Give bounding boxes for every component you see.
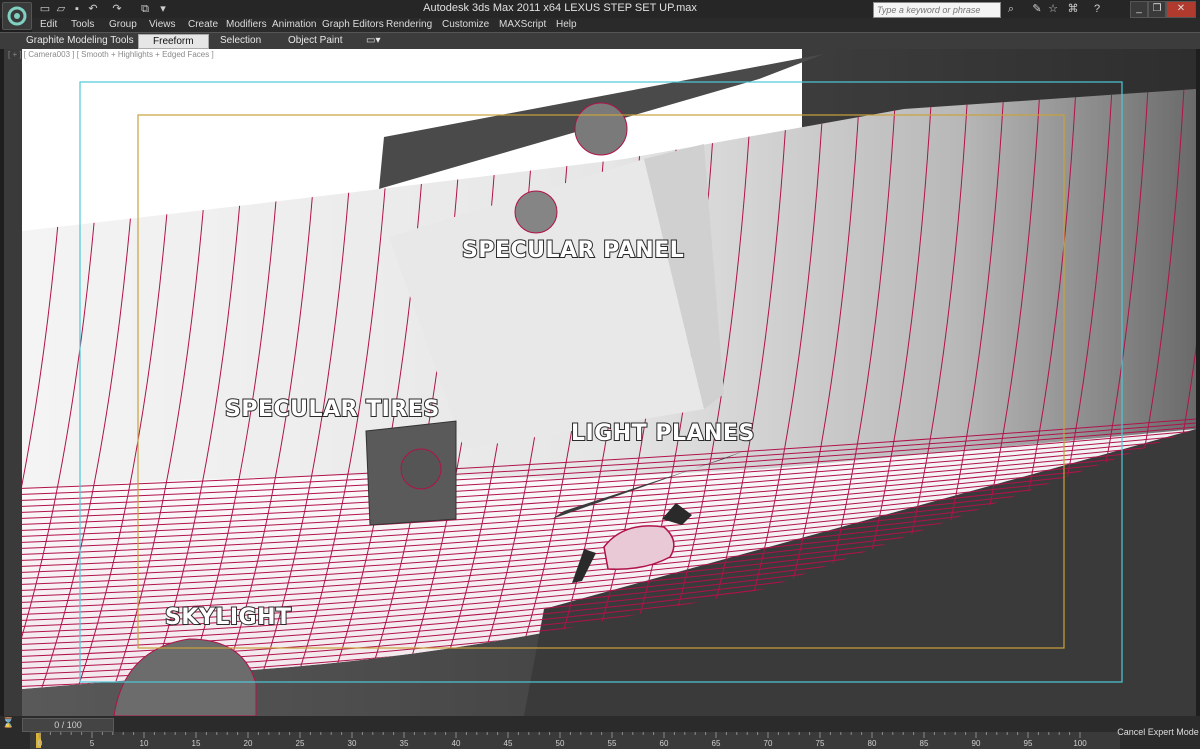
timeline-tick-label: 85 — [920, 739, 929, 748]
help-icon[interactable]: ? — [1090, 2, 1104, 16]
light-sphere-tire — [400, 448, 442, 490]
timeline-tick-label: 70 — [764, 739, 773, 748]
save-file-icon[interactable]: ▪ — [70, 2, 84, 16]
project-folder-icon[interactable]: ⧉ — [138, 2, 152, 16]
annotation-specular-tires: SPECULAR TIRES — [224, 396, 440, 423]
time-config-icon[interactable]: ⌛ — [2, 718, 16, 730]
menu-help[interactable]: Help — [556, 19, 577, 30]
tab-selection[interactable]: Selection — [220, 35, 261, 46]
open-file-icon[interactable]: ▱ — [54, 2, 68, 16]
timeline-tick-label: 90 — [972, 739, 981, 748]
timeline-area: ⌛ 0 / 100 0 5 10 15 20 25 30 35 40 45 50 55 60 65 70 75… — [0, 716, 1200, 749]
tab-object-paint[interactable]: Object Paint — [288, 35, 342, 46]
timeline-tick-label: 100 — [1073, 739, 1087, 748]
menu-animation[interactable]: Animation — [272, 19, 316, 30]
ribbon-options-icon[interactable]: ▭▾ — [366, 35, 380, 46]
timeline-tick-label: 5 — [90, 739, 95, 748]
timeline-tick-label: 10 — [140, 739, 149, 748]
time-slider[interactable]: 0 / 100 — [22, 718, 114, 732]
communication-center-icon[interactable]: ✎ — [1030, 2, 1044, 16]
menu-group[interactable]: Group — [109, 19, 137, 30]
binoculars-icon[interactable]: ⌕ — [1004, 2, 1018, 16]
menu-graph-editors[interactable]: Graph Editors — [322, 19, 384, 30]
favorites-icon[interactable]: ☆ — [1046, 2, 1060, 16]
timeline-tick-label: 45 — [504, 739, 513, 748]
timeline-tick-label: 35 — [400, 739, 409, 748]
timeline-tick-label: 50 — [556, 739, 565, 748]
app-logo-icon[interactable] — [2, 2, 32, 30]
ribbon: Graphite Modeling Tools Freeform Selecti… — [0, 32, 1200, 49]
close-button[interactable]: ✕ — [1166, 1, 1196, 18]
annotation-light-planes: LIGHT PLANES — [570, 420, 755, 447]
timeline-tick-label: 0 — [38, 739, 43, 748]
menu-views[interactable]: Views — [149, 19, 176, 30]
menu-create[interactable]: Create — [188, 19, 218, 30]
search-field[interactable] — [873, 2, 1001, 18]
menu-tools[interactable]: Tools — [71, 19, 94, 30]
minimize-button[interactable]: _ — [1130, 1, 1148, 18]
menu-modifiers[interactable]: Modifiers — [226, 19, 267, 30]
subscription-icon[interactable]: ⌘ — [1066, 2, 1080, 16]
annotation-specular-panel: SPECULAR PANEL — [461, 237, 685, 264]
menu-customize[interactable]: Customize — [442, 19, 489, 30]
camera-viewport[interactable]: [ + ] [ Camera003 ] [ Smooth + Highlight… — [4, 49, 1196, 716]
timeline-tick-label: 95 — [1024, 739, 1033, 748]
viewport-label[interactable]: [ + ] [ Camera003 ] [ Smooth + Highlight… — [8, 50, 214, 59]
annotation-skylight: SKYLIGHT — [164, 604, 292, 631]
tab-freeform[interactable]: Freeform — [138, 34, 209, 49]
window-title: Autodesk 3ds Max 2011 x64 LEXUS STEP SET… — [423, 2, 697, 14]
undo-icon[interactable]: ↶ — [86, 2, 100, 16]
quick-access-dropdown-icon[interactable]: ▾ — [156, 2, 170, 16]
timeline-tick-label: 60 — [660, 739, 669, 748]
light-sphere-mid — [514, 190, 558, 234]
search-input[interactable] — [874, 3, 1000, 16]
cancel-expert-mode-button[interactable]: Cancel Expert Mode — [1116, 724, 1200, 740]
timeline-tick-label: 30 — [348, 739, 357, 748]
track-bar[interactable]: 0 5 10 15 20 25 30 35 40 45 50 55 60 65 70 75 80 85 90 95 10… — [30, 732, 1120, 749]
menu-edit[interactable]: Edit — [40, 19, 57, 30]
frame-counter: 0 / 100 — [54, 720, 82, 730]
timeline-tick-label: 75 — [816, 739, 825, 748]
title-bar: ▭ ▱ ▪ ↶ ↷ ⧉ ▾ Autodesk 3ds Max 2011 x64 … — [0, 0, 1200, 30]
timeline-tick-label: 20 — [244, 739, 253, 748]
timeline-tick-label: 80 — [868, 739, 877, 748]
light-sphere-top — [574, 102, 628, 156]
timeline-tick-label: 25 — [296, 739, 305, 748]
timeline-tick-label: 15 — [192, 739, 201, 748]
timeline-tick-label: 40 — [452, 739, 461, 748]
menu-maxscript[interactable]: MAXScript — [499, 19, 546, 30]
timeline-tick-label: 55 — [608, 739, 617, 748]
timeline-tick-label: 65 — [712, 739, 721, 748]
redo-icon[interactable]: ↷ — [110, 2, 124, 16]
restore-button[interactable]: ❐ — [1148, 1, 1166, 18]
ribbon-title[interactable]: Graphite Modeling Tools — [26, 35, 134, 46]
menu-bar: Edit Tools Group Views Create Modifiers … — [32, 18, 1200, 32]
menu-rendering[interactable]: Rendering — [386, 19, 432, 30]
viewport-left-margin — [4, 49, 22, 716]
new-file-icon[interactable]: ▭ — [38, 2, 52, 16]
